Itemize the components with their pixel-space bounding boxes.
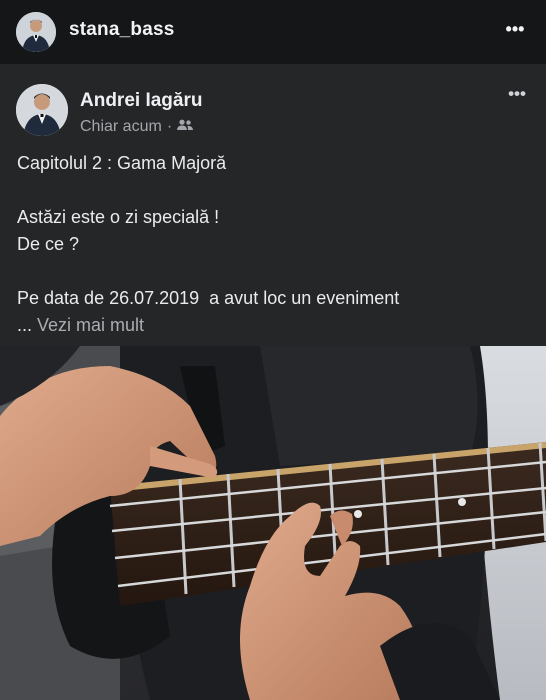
friends-icon[interactable]: [177, 118, 194, 136]
post-line: Pe data de 26.07.2019 a avut loc un even…: [17, 288, 400, 308]
post-line: Capitolul 2 : Gama Majoră: [17, 153, 227, 173]
post-more-options-icon[interactable]: •••: [504, 84, 530, 104]
author-name[interactable]: Andrei Iagăru: [80, 90, 202, 112]
profile-username[interactable]: stana_bass: [69, 19, 175, 41]
profile-avatar[interactable]: [16, 12, 56, 52]
post-line: Astăzi este o zi specială !: [17, 207, 220, 227]
post-time[interactable]: Chiar acum: [80, 118, 162, 136]
post-line: De ce ?: [17, 234, 80, 254]
see-more-link[interactable]: Vezi mai mult: [37, 315, 144, 335]
post-text: Capitolul 2 : Gama Majoră Astăzi este o …: [17, 150, 527, 339]
author-avatar[interactable]: [16, 84, 68, 136]
ellipsis: ...: [17, 315, 38, 335]
post-photo[interactable]: [0, 346, 546, 700]
meta-separator: ·: [166, 118, 173, 135]
more-options-icon[interactable]: •••: [502, 16, 528, 42]
post-meta: Chiar acum ·: [80, 118, 194, 136]
profile-header: stana_bass •••: [0, 0, 546, 64]
see-more-line: ... Vezi mai mult: [17, 312, 527, 339]
